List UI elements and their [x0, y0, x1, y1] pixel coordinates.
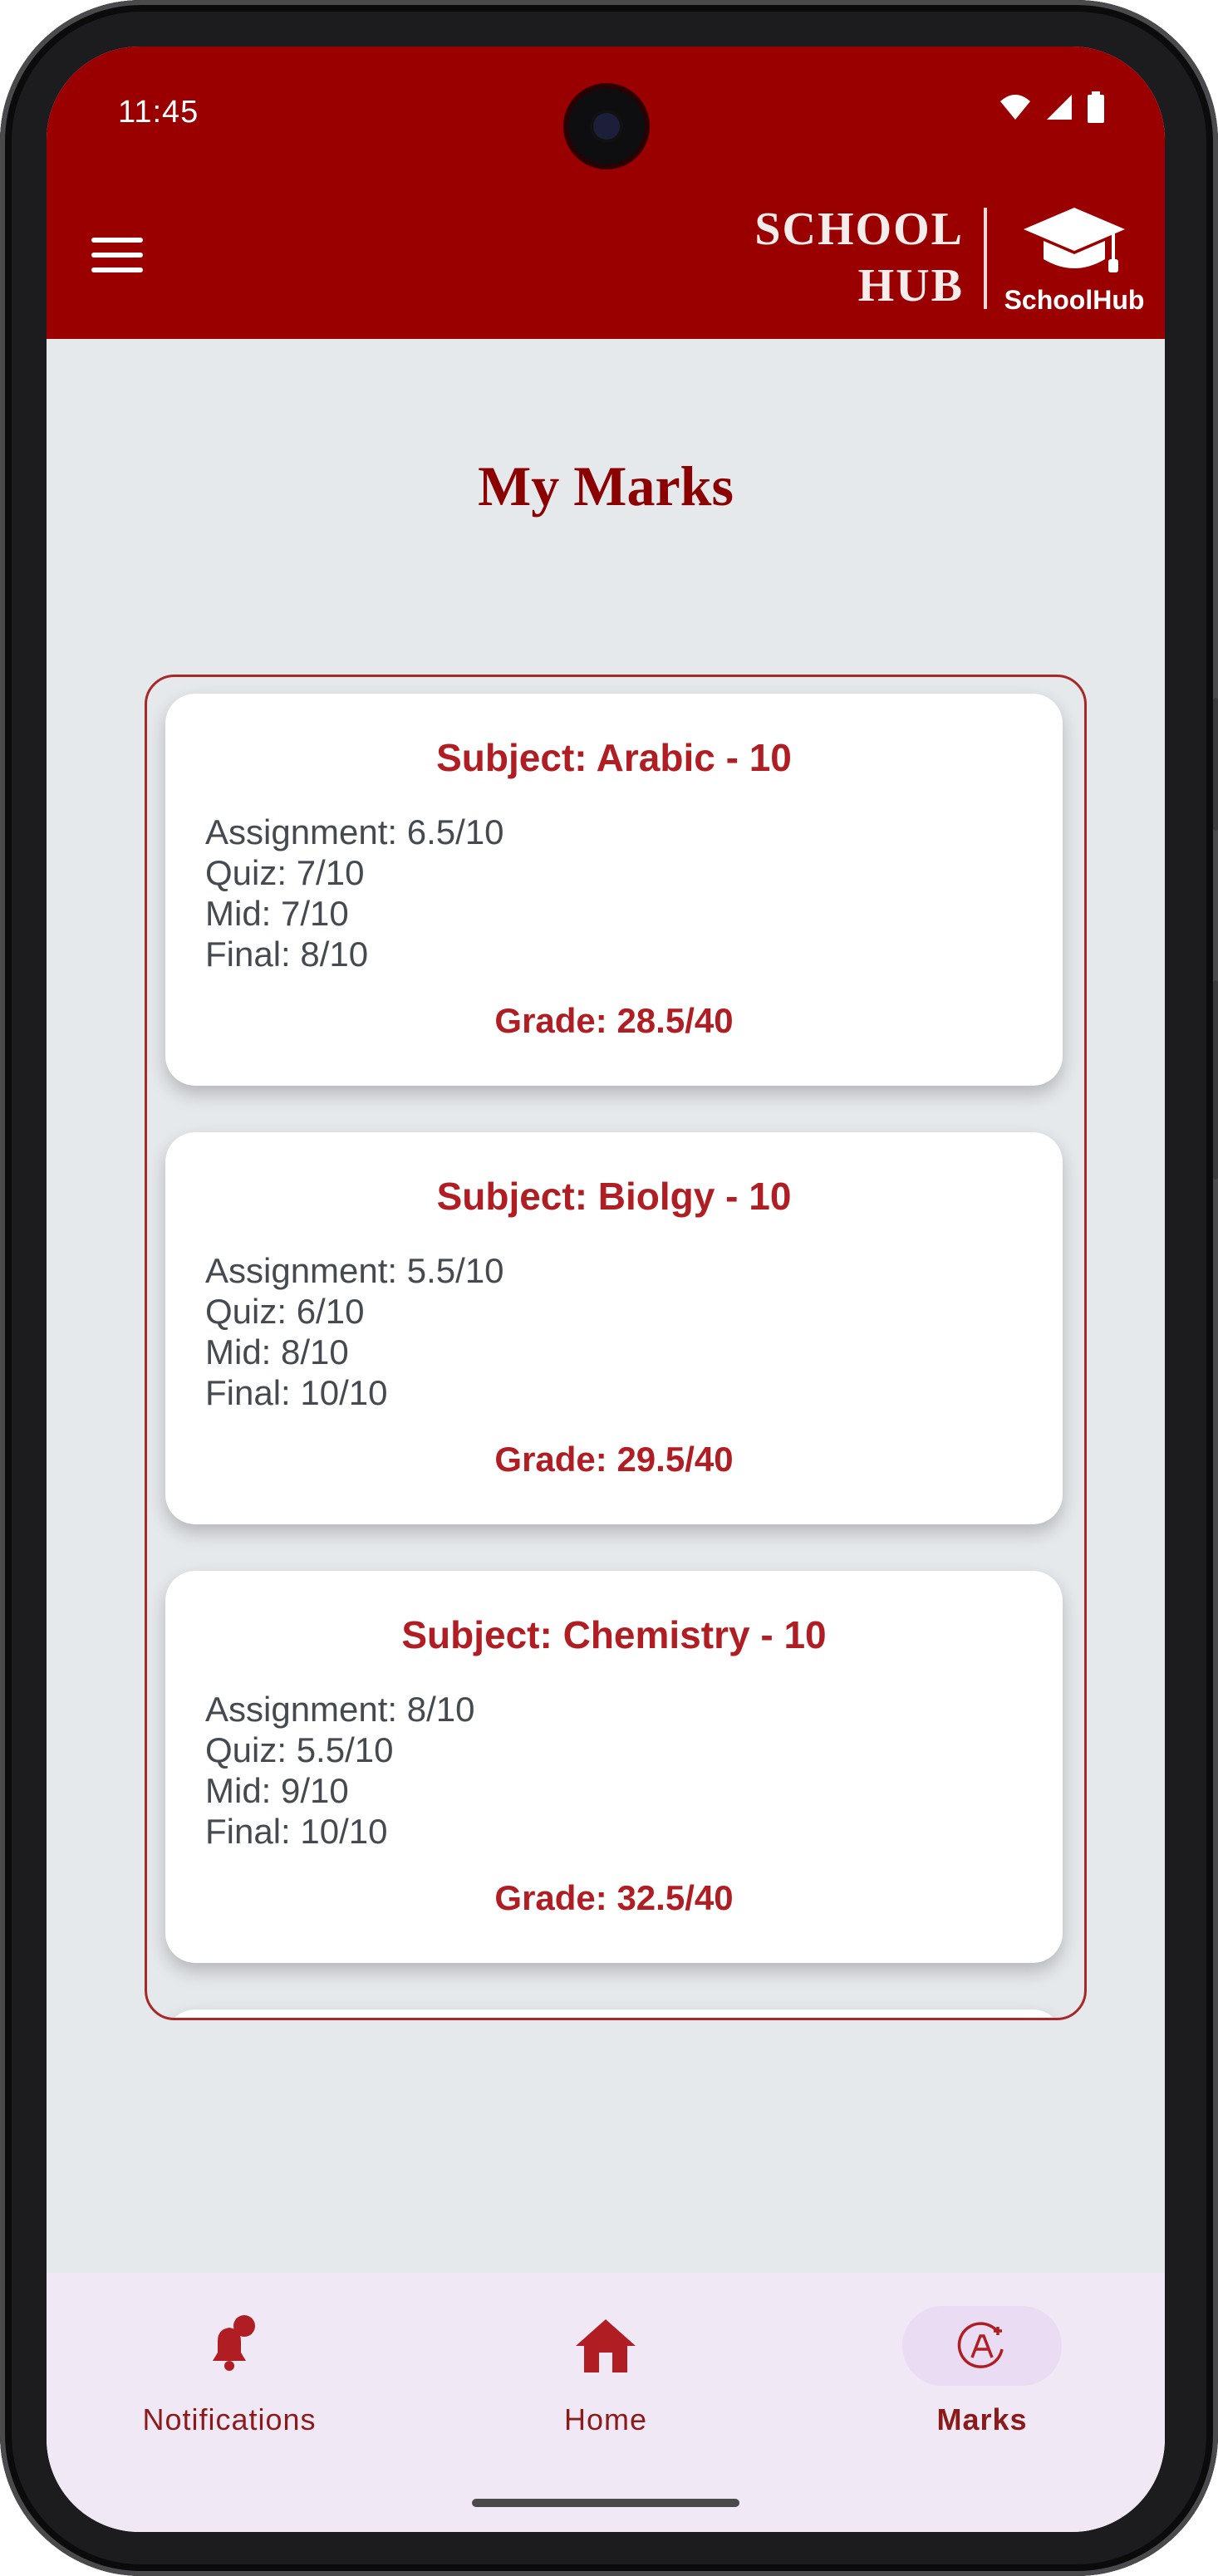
nav-label: Notifications	[142, 2402, 317, 2436]
assignment-mark: Assignment: 8/10	[205, 1690, 475, 1729]
nav-label: Home	[563, 2402, 648, 2436]
grade-total: Grade: 32.5/40	[494, 1878, 734, 1917]
status-time: 11:45	[118, 95, 199, 130]
grade-total: Grade: 29.5/40	[494, 1440, 734, 1479]
subject-card-partial[interactable]	[165, 2009, 1063, 2018]
mid-mark: Mid: 9/10	[205, 1771, 349, 1810]
menu-button[interactable]	[91, 238, 143, 276]
brand-line-2: HUB	[857, 260, 964, 312]
subject-title: Subject: Arabic - 10	[436, 736, 792, 779]
brand-divider	[984, 208, 987, 309]
final-mark: Final: 10/10	[205, 1812, 388, 1851]
nav-label-active: Marks	[936, 2402, 1028, 2436]
subject-title: Subject: Chemistry - 10	[401, 1613, 827, 1656]
mark-details: Assignment: 8/10 Quiz: 5.5/10 Mid: 9/10 …	[205, 1689, 475, 1852]
subject-card[interactable]: Subject: Arabic - 10 Assignment: 6.5/10 …	[165, 694, 1063, 1086]
nav-item-notifications[interactable]: Notifications	[47, 2273, 412, 2456]
bell-badge-icon	[213, 2315, 255, 2371]
mark-details: Assignment: 5.5/10 Quiz: 6/10 Mid: 8/10 …	[205, 1250, 504, 1413]
nav-icon-container	[150, 2306, 309, 2386]
mid-mark: Mid: 7/10	[205, 894, 349, 933]
assignment-mark: Assignment: 5.5/10	[205, 1251, 504, 1290]
gesture-bar[interactable]	[472, 2499, 739, 2507]
marks-list[interactable]: Subject: Arabic - 10 Assignment: 6.5/10 …	[145, 675, 1087, 2020]
nav-item-marks[interactable]: Marks	[799, 2273, 1165, 2456]
subject-title: Subject: Biolgy - 10	[436, 1175, 792, 1218]
battery-icon	[1088, 91, 1104, 123]
bottom-navigation: Notifications Home Marks	[47, 2273, 1165, 2532]
mark-details: Assignment: 6.5/10 Quiz: 7/10 Mid: 7/10 …	[205, 812, 504, 974]
subject-card[interactable]: Subject: Chemistry - 10 Assignment: 8/10…	[165, 1571, 1063, 1963]
mid-mark: Mid: 8/10	[205, 1332, 349, 1371]
screen: 11:45 SCHOOL HUB SchoolHub My Marks Subj…	[47, 47, 1165, 2532]
final-mark: Final: 10/10	[205, 1373, 388, 1412]
grade-total: Grade: 28.5/40	[494, 1001, 734, 1040]
quiz-mark: Quiz: 7/10	[205, 853, 365, 892]
subject-card[interactable]: Subject: Biolgy - 10 Assignment: 5.5/10 …	[165, 1132, 1063, 1524]
wifi-icon	[1000, 95, 1030, 120]
nav-icon-container	[526, 2306, 685, 2386]
nav-item-home[interactable]: Home	[423, 2273, 788, 2456]
brand-title: SCHOOL HUB	[754, 201, 964, 314]
assignment-mark: Assignment: 6.5/10	[205, 812, 504, 851]
status-icons	[999, 91, 1105, 123]
quiz-mark: Quiz: 6/10	[205, 1292, 365, 1331]
power-button	[1213, 698, 1218, 831]
quiz-mark: Quiz: 5.5/10	[205, 1730, 394, 1769]
brand-line-1: SCHOOL	[754, 204, 964, 255]
graduation-cap-icon	[1024, 208, 1125, 272]
final-mark: Final: 8/10	[205, 935, 369, 974]
school-hub-logo: SchoolHub	[1004, 204, 1145, 329]
phone-frame: 11:45 SCHOOL HUB SchoolHub My Marks Subj…	[0, 0, 1218, 2576]
page-title: My Marks	[478, 454, 734, 518]
home-icon	[576, 2319, 636, 2372]
grade-a-plus-icon	[957, 2322, 1004, 2368]
app-bar: 11:45 SCHOOL HUB SchoolHub	[47, 47, 1165, 339]
nav-icon-container-active	[902, 2306, 1062, 2386]
signal-icon	[1047, 95, 1072, 120]
volume-button	[1213, 980, 1218, 1180]
front-camera	[568, 88, 645, 164]
logo-caption: SchoolHub	[1004, 285, 1145, 315]
